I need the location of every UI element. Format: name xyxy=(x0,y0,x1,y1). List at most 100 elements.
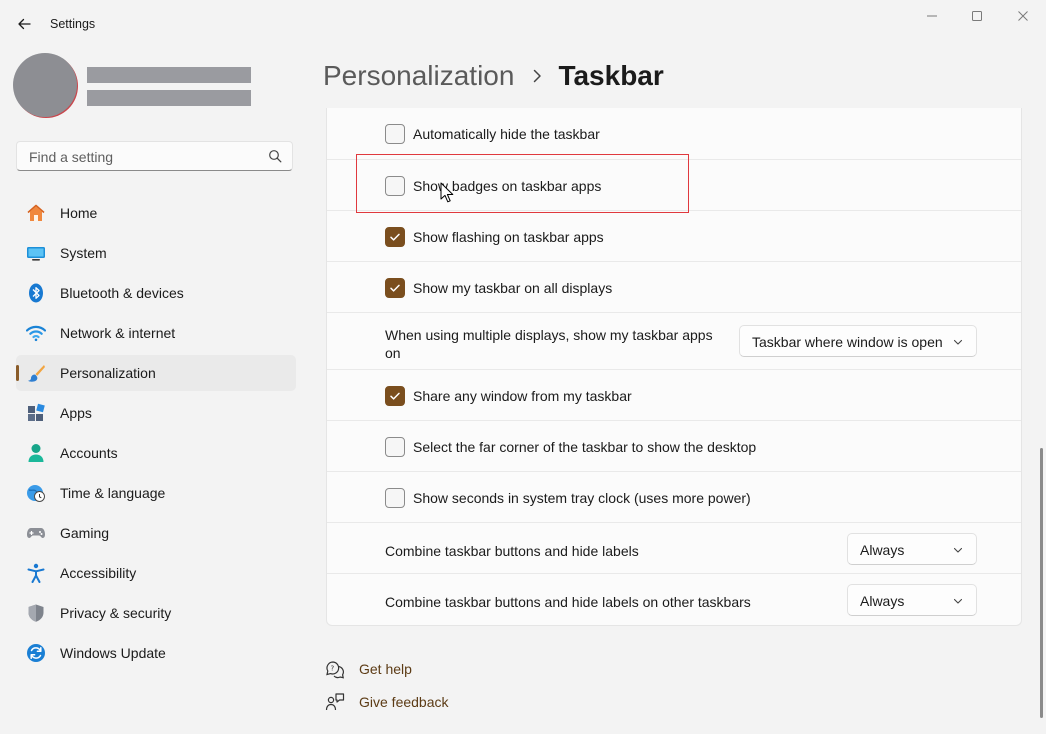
update-icon xyxy=(26,643,46,663)
sidebar-item-windows-update[interactable]: Windows Update xyxy=(16,635,296,671)
search-box[interactable] xyxy=(16,141,293,171)
avatar[interactable] xyxy=(13,53,77,117)
setting-label: Show seconds in system tray clock (uses … xyxy=(413,490,751,506)
sidebar-item-label: Windows Update xyxy=(60,645,166,661)
chevron-right-icon xyxy=(532,69,542,83)
combine-buttons-dropdown[interactable]: Always xyxy=(847,533,977,565)
setting-row-show-badges[interactable]: Show badges on taskbar apps xyxy=(327,160,1021,211)
far-corner-checkbox[interactable] xyxy=(385,437,405,457)
chevron-down-icon xyxy=(953,547,963,553)
sidebar-item-label: Home xyxy=(60,205,98,221)
setting-label: When using multiple displays, show my ta… xyxy=(385,327,713,343)
sidebar-item-label: Network & internet xyxy=(60,325,176,341)
sidebar-item-system[interactable]: System xyxy=(16,235,296,271)
bluetooth-icon xyxy=(26,283,46,303)
setting-label: Select the far corner of the taskbar to … xyxy=(413,439,757,455)
setting-row-combine-buttons-other: Combine taskbar buttons and hide labels … xyxy=(327,574,1021,625)
checkmark-icon xyxy=(390,233,400,241)
all-displays-checkbox[interactable] xyxy=(385,278,405,298)
apps-icon xyxy=(26,403,46,423)
accessibility-icon xyxy=(26,563,46,583)
sidebar-item-apps[interactable]: Apps xyxy=(16,395,296,431)
setting-label-continued: on xyxy=(385,345,401,361)
sidebar-item-label: Accessibility xyxy=(60,565,137,581)
setting-row-multiple-displays: When using multiple displays, show my ta… xyxy=(327,313,1021,370)
close-button[interactable] xyxy=(1011,6,1035,26)
multiple-displays-dropdown[interactable]: Taskbar where window is open xyxy=(739,325,977,357)
vertical-scrollbar[interactable] xyxy=(1040,448,1043,718)
sidebar-item-personalization[interactable]: Personalization xyxy=(16,355,296,391)
sidebar-nav: Home System Bluetooth & devices Network … xyxy=(16,195,296,675)
share-window-checkbox[interactable] xyxy=(385,386,405,406)
auto-hide-checkbox[interactable] xyxy=(385,124,405,144)
search-icon[interactable] xyxy=(268,149,282,163)
setting-row-share-window[interactable]: Share any window from my taskbar xyxy=(327,370,1021,421)
system-icon xyxy=(26,243,46,263)
setting-row-far-corner[interactable]: Select the far corner of the taskbar to … xyxy=(327,421,1021,472)
sidebar-item-accessibility[interactable]: Accessibility xyxy=(16,555,296,591)
sidebar-item-accounts[interactable]: Accounts xyxy=(16,435,296,471)
setting-label: Combine taskbar buttons and hide labels xyxy=(385,543,639,559)
app-title: Settings xyxy=(50,17,96,31)
combine-buttons-other-dropdown[interactable]: Always xyxy=(847,584,977,616)
sidebar-item-label: Gaming xyxy=(60,525,110,541)
setting-row-all-displays[interactable]: Show my taskbar on all displays xyxy=(327,262,1021,313)
sidebar-item-label: Apps xyxy=(60,405,92,421)
dropdown-value: Taskbar where window is open xyxy=(752,334,943,350)
dropdown-value: Always xyxy=(860,542,905,558)
show-seconds-checkbox[interactable] xyxy=(385,488,405,508)
setting-label: Share any window from my taskbar xyxy=(413,388,632,404)
sidebar-item-home[interactable]: Home xyxy=(16,195,296,231)
sidebar-item-bluetooth[interactable]: Bluetooth & devices xyxy=(16,275,296,311)
checkmark-icon xyxy=(390,284,400,292)
sidebar-item-label: Accounts xyxy=(60,445,118,461)
setting-row-show-seconds[interactable]: Show seconds in system tray clock (uses … xyxy=(327,472,1021,523)
back-button[interactable] xyxy=(12,12,36,36)
sidebar-item-label: Privacy & security xyxy=(60,605,172,621)
sidebar-item-time-language[interactable]: Time & language xyxy=(16,475,296,511)
feedback-icon xyxy=(325,692,345,712)
give-feedback-link[interactable]: Give feedback xyxy=(325,690,449,714)
maximize-icon xyxy=(972,11,982,21)
setting-label: Show my taskbar on all displays xyxy=(413,280,613,296)
sidebar-item-privacy-security[interactable]: Privacy & security xyxy=(16,595,296,631)
breadcrumb: Personalization Taskbar xyxy=(323,58,664,94)
chevron-down-icon xyxy=(953,598,963,604)
chevron-down-icon xyxy=(953,339,963,345)
checkmark-icon xyxy=(390,392,400,400)
help-chat-icon: ? xyxy=(325,659,345,679)
page-title: Taskbar xyxy=(558,60,664,91)
minimize-icon xyxy=(927,15,937,17)
setting-label: Automatically hide the taskbar xyxy=(413,126,600,142)
paintbrush-icon xyxy=(26,363,46,383)
get-help-link[interactable]: ? Get help xyxy=(325,657,412,681)
get-help-label[interactable]: Get help xyxy=(359,661,412,677)
shield-icon xyxy=(26,603,46,623)
give-feedback-label[interactable]: Give feedback xyxy=(359,694,449,710)
taskbar-behaviors-panel: Automatically hide the taskbar Show badg… xyxy=(326,108,1022,626)
close-icon xyxy=(1018,11,1028,21)
breadcrumb-parent[interactable]: Personalization xyxy=(323,60,514,92)
person-icon xyxy=(26,443,46,463)
sidebar-item-network[interactable]: Network & internet xyxy=(16,315,296,351)
svg-text:?: ? xyxy=(331,665,335,673)
title-bar: Settings xyxy=(0,0,1046,48)
setting-row-show-flashing[interactable]: Show flashing on taskbar apps xyxy=(327,211,1021,262)
setting-label: Combine taskbar buttons and hide labels … xyxy=(385,594,751,610)
sidebar-item-label: Bluetooth & devices xyxy=(60,285,184,301)
setting-row-combine-buttons: Combine taskbar buttons and hide labels … xyxy=(327,523,1021,574)
minimize-button[interactable] xyxy=(920,6,944,26)
show-badges-checkbox[interactable] xyxy=(385,176,405,196)
setting-label: Show flashing on taskbar apps xyxy=(413,229,604,245)
show-flashing-checkbox[interactable] xyxy=(385,227,405,247)
profile-email-redacted xyxy=(87,90,251,106)
setting-row-auto-hide[interactable]: Automatically hide the taskbar xyxy=(327,108,1021,160)
setting-label: Show badges on taskbar apps xyxy=(413,178,602,194)
home-icon xyxy=(26,203,46,223)
wifi-icon xyxy=(26,323,46,343)
search-input[interactable] xyxy=(27,147,261,167)
maximize-button[interactable] xyxy=(965,6,989,26)
sidebar-item-gaming[interactable]: Gaming xyxy=(16,515,296,551)
sidebar-item-label: System xyxy=(60,245,107,261)
dropdown-value: Always xyxy=(860,593,905,609)
